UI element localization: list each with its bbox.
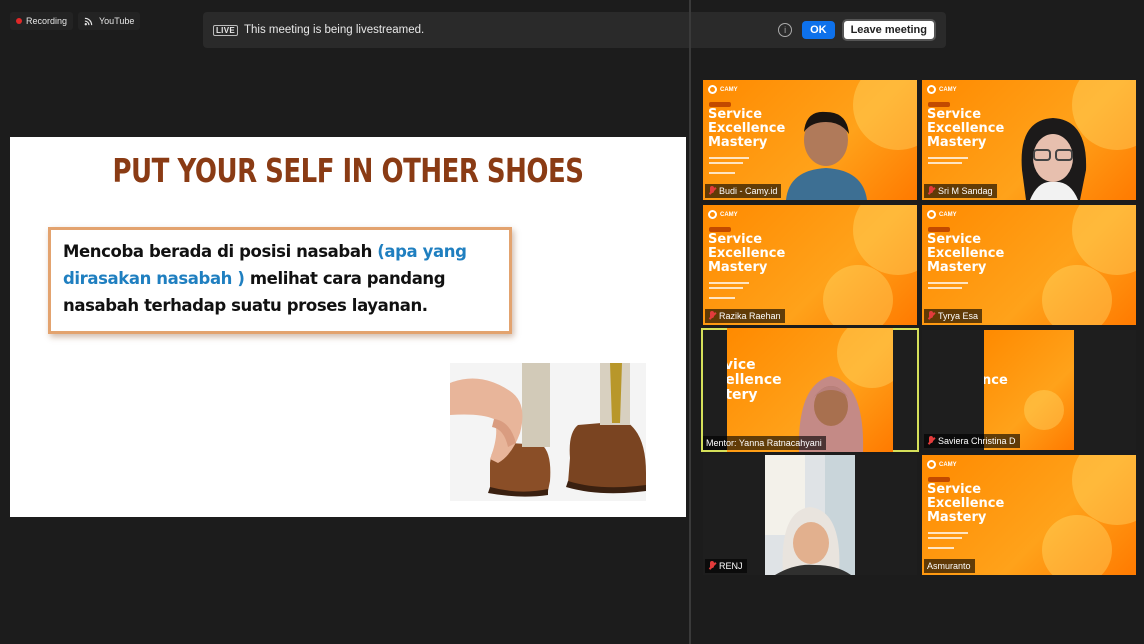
camy-logo: CAMY — [708, 210, 738, 219]
promo-title: Service Excellence Mastery — [708, 107, 786, 150]
muted-mic-icon — [927, 436, 935, 446]
camy-logo: CAMY — [927, 85, 957, 94]
promo-title: Service Excellence Mastery — [927, 107, 1005, 150]
promo-title-cropped: rvicecellencestery — [727, 357, 782, 403]
slide-text-box: Mencoba berada di posisi nasabah (apa ya… — [48, 227, 512, 334]
participant-tile[interactable]: CAMY Service Excellence Mastery Sri M Sand… — [922, 80, 1136, 200]
participant-video — [786, 111, 867, 200]
recording-label: Recording — [26, 16, 68, 26]
promo-title: Service Excellence Mastery — [927, 232, 1005, 275]
shared-screen-slide: PUT YOUR SELF IN OTHER SHOES Mencoba ber… — [10, 137, 686, 517]
muted-mic-icon — [927, 311, 935, 321]
muted-mic-icon — [927, 186, 935, 196]
banner-actions: i OK Leave meeting — [778, 19, 936, 41]
recording-indicator[interactable]: Recording — [10, 12, 74, 30]
participant-video — [765, 455, 855, 575]
promo-title: Service Excellence Mastery — [708, 232, 786, 275]
participant-name-tag: Saviera Christina D — [924, 434, 1020, 448]
promo-background: CAMY Service Excellence Mastery — [922, 455, 1136, 575]
live-icon: LIVE — [213, 24, 238, 36]
livestream-notification-banner: LIVE This meeting is being livestreamed.… — [203, 12, 946, 48]
participant-name-tag: Sri M Sandag — [924, 184, 997, 198]
participant-name-tag: Mentor: Yanna Ratnacahyani — [703, 436, 826, 450]
promo-background: CAMY Service Excellence Mastery — [703, 205, 917, 325]
participant-name-tag: Budi - Camy.id — [705, 184, 782, 198]
camy-logo: CAMY — [927, 210, 957, 219]
zoom-meeting-window: Recording YouTube LIVE This meeting is b… — [0, 0, 1144, 644]
broadcast-icon — [84, 17, 93, 25]
participant-tile[interactable]: CAMY Service Excellence Mastery Asmuranto — [922, 455, 1136, 575]
promo-title: Service Excellence Mastery — [927, 482, 1005, 525]
livestream-message: This meeting is being livestreamed. — [243, 24, 425, 36]
promo-background: nce — [984, 330, 1074, 450]
participant-video — [1021, 118, 1087, 200]
slide-text-part1: Mencoba berada di posisi nasabah — [63, 242, 378, 261]
camy-logo: CAMY — [927, 460, 957, 469]
muted-mic-icon — [708, 311, 716, 321]
slide-title: PUT YOUR SELF IN OTHER SHOES — [112, 153, 585, 191]
panel-divider[interactable] — [689, 0, 691, 644]
participant-tile[interactable]: nce Saviera Christina D — [922, 330, 1136, 450]
promo-title-cropped: nce — [984, 373, 1008, 388]
participant-tile[interactable]: CAMY Service Excellence Mastery Tyrya Esa — [922, 205, 1136, 325]
participant-video: nce — [984, 330, 1074, 450]
leave-meeting-button[interactable]: Leave meeting — [841, 19, 936, 41]
muted-mic-icon — [708, 186, 716, 196]
info-icon[interactable]: i — [778, 23, 793, 37]
participant-tile[interactable]: CAMY Service Excellence Mastery Razika Rae… — [703, 205, 917, 325]
ok-button[interactable]: OK — [802, 21, 835, 39]
participant-tile[interactable]: RENJ — [703, 455, 917, 575]
participant-video: rvicecellencestery — [727, 328, 893, 452]
muted-mic-icon — [708, 561, 716, 571]
participant-name-tag: RENJ — [705, 559, 747, 573]
youtube-label: YouTube — [99, 16, 135, 26]
participant-tile[interactable]: CAMY Service Excellence Mastery Budi - Cam… — [703, 80, 917, 200]
participant-name-tag: Razika Raehan — [705, 309, 785, 323]
participant-name-tag: Tyrya Esa — [924, 309, 983, 323]
shoes-image — [450, 363, 646, 501]
active-speaker-tile[interactable]: rvicecellencestery Mentor: Yanna Ratnaca… — [701, 328, 919, 452]
promo-background: CAMY Service Excellence Mastery — [922, 205, 1136, 325]
camy-logo: CAMY — [708, 85, 738, 94]
participant-name-tag: Asmuranto — [924, 559, 975, 573]
recording-dot-icon — [16, 18, 22, 24]
youtube-livestream-indicator[interactable]: YouTube — [78, 12, 141, 30]
